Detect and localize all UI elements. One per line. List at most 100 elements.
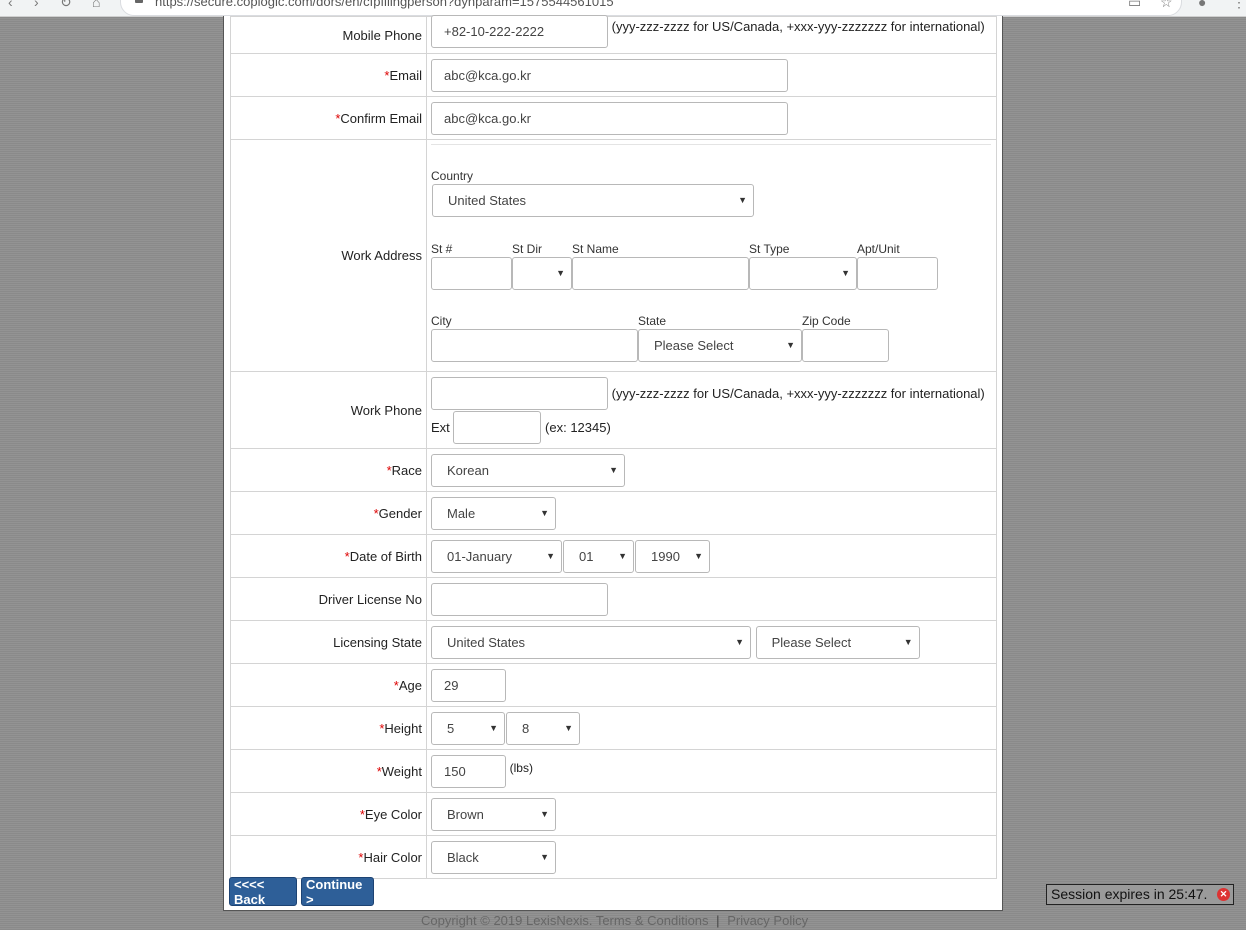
- street-row: St # St Dir ▼ St Name St Type ▼ Apt/Unit: [431, 242, 995, 290]
- country-select[interactable]: United States ▼: [432, 184, 754, 217]
- gender-select[interactable]: Male ▼: [431, 496, 556, 530]
- licensing-state-value: Please Select: [771, 634, 852, 650]
- form-page: Mobile Phone (yyy-zzz-zzzz for US/Canada…: [223, 15, 1003, 911]
- back-button[interactable]: <<<< Back: [229, 877, 297, 907]
- st-dir-select[interactable]: ▼: [512, 257, 572, 290]
- state-value: Please Select: [654, 338, 734, 353]
- caret-down-icon: ▼: [841, 268, 850, 278]
- eye-color-label-text: Eye Color: [364, 806, 422, 822]
- row-weight: *Weight (lbs): [230, 749, 997, 793]
- licensing-state-select[interactable]: Please Select ▼: [755, 625, 920, 659]
- confirm-email-label: *Confirm Email: [230, 96, 427, 140]
- weight-unit: (lbs): [509, 761, 533, 775]
- city-label: City: [431, 314, 452, 328]
- licensing-country-select[interactable]: United States ▼: [431, 625, 751, 659]
- height-feet-select[interactable]: 5 ▼: [431, 711, 505, 745]
- caret-down-icon: ▼: [546, 550, 555, 561]
- country-label: Country: [431, 169, 474, 183]
- back-arrow-icon[interactable]: ‹: [8, 0, 13, 10]
- caret-down-icon: ▼: [903, 636, 913, 647]
- work-address-label: Work Address: [230, 139, 427, 372]
- row-eye-color: *Eye Color Brown ▼: [230, 792, 997, 836]
- row-driver-license: Driver License No: [230, 577, 997, 621]
- weight-input[interactable]: [431, 754, 506, 788]
- work-phone-input[interactable]: [431, 376, 608, 410]
- driver-license-label-text: Driver License No: [318, 591, 422, 607]
- st-dir-label: St Dir: [512, 242, 542, 256]
- row-hair-color: *Hair Color Black ▼: [230, 835, 997, 879]
- row-work-address: Work Address Country United States ▼ St #…: [230, 139, 997, 372]
- row-date-of-birth: *Date of Birth 01-January ▼ 01 ▼ 1990 ▼: [230, 534, 997, 578]
- eye-color-value: Brown: [447, 806, 484, 822]
- city-input[interactable]: [431, 329, 638, 362]
- mobile-phone-input[interactable]: [431, 15, 608, 48]
- height-feet-value: 5: [447, 720, 455, 736]
- apt-unit-label: Apt/Unit: [857, 242, 900, 256]
- hair-color-label-text: Hair Color: [363, 849, 422, 865]
- weight-label: *Weight: [230, 749, 427, 793]
- session-timer-text: Session expires in 25:47.: [1051, 886, 1208, 902]
- ext-input[interactable]: [453, 410, 542, 444]
- hair-color-label: *Hair Color: [230, 835, 427, 879]
- bookmark-star-icon[interactable]: ☆: [1160, 0, 1173, 11]
- dob-month-value: 01-January: [447, 548, 513, 564]
- email-input[interactable]: [431, 58, 788, 92]
- session-timer-box: Session expires in 25:47. ✕: [1046, 884, 1234, 905]
- profile-avatar-icon[interactable]: ●: [1198, 0, 1206, 10]
- zip-code-input[interactable]: [802, 329, 889, 362]
- close-circle-icon[interactable]: ✕: [1217, 888, 1230, 901]
- race-label: *Race: [230, 448, 427, 492]
- height-label-text: Height: [384, 720, 422, 736]
- privacy-link[interactable]: Privacy Policy: [727, 913, 808, 928]
- st-num-input[interactable]: [431, 257, 512, 290]
- row-email: *Email: [230, 53, 997, 97]
- age-input[interactable]: [431, 668, 506, 702]
- caret-down-icon: ▼: [540, 851, 549, 862]
- driver-license-input[interactable]: [431, 582, 608, 616]
- st-type-select[interactable]: ▼: [749, 257, 857, 290]
- dob-day-select[interactable]: 01 ▼: [563, 539, 634, 573]
- race-select[interactable]: Korean ▼: [431, 453, 625, 487]
- translate-icon[interactable]: ▭: [1128, 0, 1141, 11]
- licensing-state-label-text: Licensing State: [333, 634, 422, 650]
- terms-link[interactable]: Terms & Conditions: [596, 913, 709, 928]
- row-age: *Age: [230, 663, 997, 707]
- row-work-phone: Work Phone (yyy-zzz-zzzz for US/Canada, …: [230, 371, 997, 449]
- age-label-text: Age: [398, 677, 422, 693]
- home-icon[interactable]: ⌂: [92, 0, 100, 10]
- apt-unit-input[interactable]: [857, 257, 938, 290]
- dob-year-value: 1990: [651, 548, 680, 564]
- st-name-input[interactable]: [572, 257, 749, 290]
- height-inches-value: 8: [522, 720, 530, 736]
- browser-toolbar: ‹ › ↻ ⌂ https://secure.coplogic.com/dors…: [0, 0, 1246, 17]
- email-label: *Email: [230, 53, 427, 97]
- dob-month-select[interactable]: 01-January ▼: [431, 539, 562, 573]
- work-address-label-text: Work Address: [341, 248, 422, 263]
- eye-color-select[interactable]: Brown ▼: [431, 797, 556, 831]
- height-label: *Height: [230, 706, 427, 750]
- state-select[interactable]: Please Select ▼: [638, 329, 802, 362]
- caret-down-icon: ▼: [735, 636, 744, 647]
- url-text: https://secure.coplogic.com/dors/en/cfpf…: [155, 0, 614, 9]
- dob-year-select[interactable]: 1990 ▼: [635, 539, 710, 573]
- menu-dots-icon[interactable]: ⋮: [1232, 0, 1246, 11]
- reload-icon[interactable]: ↻: [60, 0, 72, 11]
- licensing-state-label: Licensing State: [230, 620, 427, 664]
- continue-button[interactable]: Continue >: [301, 877, 374, 907]
- email-label-text: Email: [389, 67, 422, 83]
- height-inches-select[interactable]: 8 ▼: [506, 711, 580, 745]
- work-phone-label-text: Work Phone: [350, 402, 422, 418]
- address-bar[interactable]: https://secure.coplogic.com/dors/en/cfpf…: [120, 0, 1182, 16]
- eye-color-label: *Eye Color: [230, 792, 427, 836]
- row-height: *Height 5 ▼ 8 ▼: [230, 706, 997, 750]
- forward-arrow-icon[interactable]: ›: [34, 0, 39, 10]
- row-race: *Race Korean ▼: [230, 448, 997, 492]
- gender-label: *Gender: [230, 491, 427, 535]
- state-label: State: [638, 314, 667, 328]
- hair-color-select[interactable]: Black ▼: [431, 840, 556, 874]
- caret-down-icon: ▼: [786, 340, 795, 350]
- race-label-text: Race: [391, 462, 422, 478]
- footer: Copyright © 2019 LexisNexis. Terms & Con…: [421, 913, 808, 928]
- confirm-email-input[interactable]: [431, 101, 788, 135]
- caret-down-icon: ▼: [609, 464, 618, 475]
